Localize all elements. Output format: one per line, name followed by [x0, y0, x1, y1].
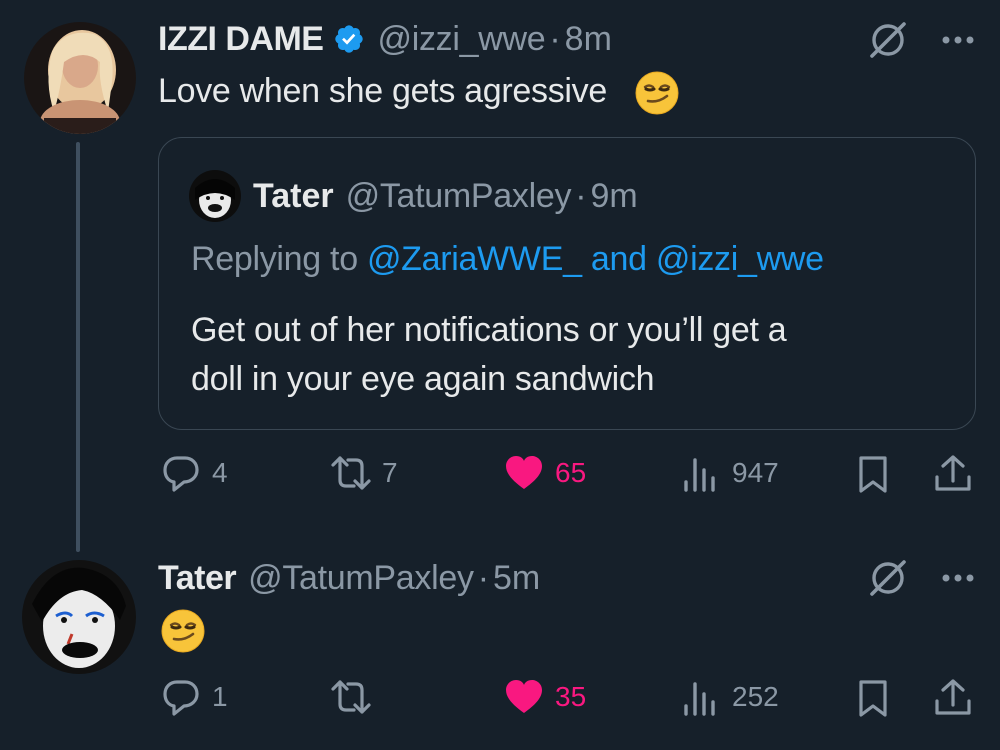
tater-avatar[interactable] [22, 560, 136, 674]
share-icon[interactable] [932, 453, 974, 495]
retweet-icon [331, 456, 371, 490]
tweet1-author-name[interactable]: IZZI DAME [158, 20, 324, 59]
reply-icon [163, 680, 199, 716]
quote-time[interactable]: 9m [591, 177, 638, 216]
quote-author-name[interactable]: Tater [253, 177, 334, 216]
quote-header: Tater @TatumPaxley · 9m [253, 176, 638, 216]
retweet-icon [331, 680, 371, 714]
replying-to-line: Replying to @ZariaWWE_ and @izzi_wwe [191, 240, 824, 279]
mention-zaria[interactable]: @ZariaWWE_ [367, 240, 582, 278]
more-icon[interactable] [940, 560, 976, 596]
like-count: 65 [555, 457, 587, 488]
tweet2-handle[interactable]: @TatumPaxley [248, 559, 474, 598]
like-count: 35 [555, 681, 587, 712]
tweet2-separator: · [477, 558, 490, 597]
like-button[interactable]: 65 [503, 452, 586, 494]
reply-button[interactable]: 4 [160, 452, 228, 494]
views-button[interactable]: 252 [680, 676, 779, 718]
quote-handle[interactable]: @TatumPaxley [346, 177, 572, 216]
tweet1-text-body: Love when she gets agressive [158, 71, 607, 110]
tweet1-separator: · [549, 19, 561, 58]
tweet1-text: Love when she gets agressive [158, 70, 680, 116]
quote-text-line1: Get out of her notifications or you’ll g… [191, 311, 787, 349]
views-button[interactable]: 947 [680, 452, 779, 494]
share-icon[interactable] [932, 677, 974, 719]
bookmark-icon[interactable] [852, 453, 894, 495]
heart-filled-icon [506, 456, 542, 489]
reply-button[interactable]: 1 [160, 676, 228, 718]
reply-count: 1 [212, 681, 228, 712]
tater-quote-avatar[interactable] [189, 170, 241, 222]
tweet2-top-actions [866, 556, 976, 600]
verified-badge-icon [335, 25, 364, 53]
tweet1-top-actions [866, 18, 976, 62]
views-icon [684, 682, 715, 716]
grok-icon[interactable] [866, 18, 910, 62]
bookmark-icon[interactable] [852, 677, 894, 719]
reply-icon [163, 456, 199, 492]
timeline: IZZI DAME @izzi_wwe · 8m Love when she g… [0, 0, 1000, 750]
tweet2-time[interactable]: 5m [493, 559, 540, 598]
thread-connector [76, 142, 80, 552]
izzi-avatar[interactable] [24, 22, 136, 134]
like-button[interactable]: 35 [503, 676, 586, 718]
quote-text: Get out of her notifications or you’ll g… [191, 306, 951, 404]
smirking-face-icon [635, 71, 679, 115]
more-icon[interactable] [940, 22, 976, 58]
views-count: 252 [732, 681, 779, 712]
mention-izzi[interactable]: @izzi_wwe [656, 240, 824, 278]
smirking-face-icon [161, 609, 205, 653]
heart-filled-icon [506, 680, 542, 713]
quote-text-line2: doll in your eye again sandwich [191, 360, 655, 398]
tweet1-handle[interactable]: @izzi_wwe [377, 20, 545, 59]
retweet-button[interactable]: 7 [330, 452, 398, 494]
retweet-count: 7 [382, 457, 398, 488]
quote-separator: · [575, 176, 587, 215]
tweet1-time[interactable]: 8m [565, 20, 612, 59]
grok-icon[interactable] [866, 556, 910, 600]
reply-count: 4 [212, 457, 228, 488]
tweet2-header: Tater @TatumPaxley · 5m [158, 558, 540, 598]
replying-prefix: Replying to [191, 240, 358, 278]
mention-conjunction: and [590, 240, 647, 278]
views-icon [684, 458, 715, 492]
tweet2-author-name[interactable]: Tater [158, 559, 237, 598]
retweet-button[interactable] [330, 676, 382, 718]
views-count: 947 [732, 457, 779, 488]
tweet1-header: IZZI DAME @izzi_wwe · 8m [158, 19, 612, 59]
